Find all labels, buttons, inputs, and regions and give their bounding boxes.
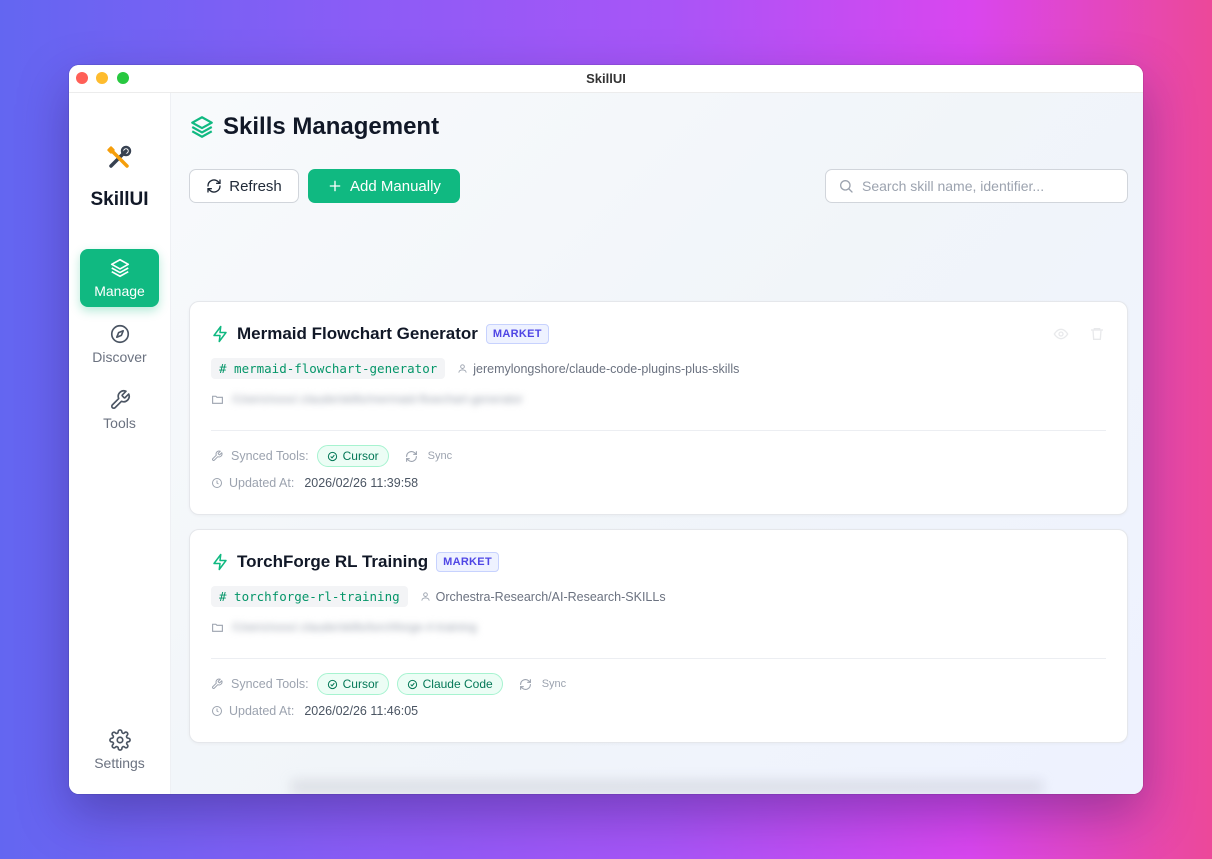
skill-name: TorchForge RL Training — [237, 552, 429, 571]
sync-label: Sync — [427, 450, 453, 462]
sync-button[interactable]: Sync — [405, 450, 452, 463]
sidebar-item-label: Discover — [92, 349, 147, 365]
sidebar-item-tools[interactable]: Tools — [80, 381, 159, 439]
tool-chip-label: Cursor — [342, 449, 379, 463]
market-badge: MARKET — [436, 552, 499, 572]
updated-at-label: Updated At: — [229, 476, 295, 490]
skill-path-text: /Users/xxxx/.claude/skills/mermaid-flowc… — [232, 392, 523, 406]
sidebar-item-manage[interactable]: Manage — [80, 249, 159, 307]
updated-at: Updated At: 2026/02/26 11:46:05 — [211, 704, 418, 718]
skill-card-header: TorchForge RL Training MARKET — [211, 552, 499, 572]
tools-logo-icon — [107, 145, 132, 168]
layers-icon — [110, 258, 129, 278]
divider — [211, 430, 1106, 431]
tool-chip-label: Cursor — [342, 677, 379, 691]
page-title: Skills Management — [223, 113, 440, 140]
sidebar-item-label: Settings — [94, 755, 145, 771]
folder-icon — [212, 395, 223, 404]
clock-icon — [212, 706, 222, 716]
sidebar: SkillUI Manage Discover Tools Settings — [69, 93, 171, 794]
sync-button[interactable]: Sync — [519, 678, 566, 691]
check-circle-icon — [327, 679, 337, 689]
divider — [211, 658, 1106, 659]
lightning-icon — [213, 325, 227, 343]
tool-chip-cursor: Cursor — [316, 445, 389, 467]
updated-at-value: 2026/02/26 11:46:05 — [304, 704, 419, 718]
search-box[interactable] — [825, 169, 1128, 203]
refresh-icon — [519, 678, 531, 690]
skill-author-text: jeremylongshore/claude-code-plugins-plus… — [473, 361, 740, 376]
user-icon — [458, 364, 467, 373]
skill-path: /Users/xxxx/.claude/skills/torchforge-rl… — [211, 620, 477, 634]
skill-identifier: # torchforge-rl-training — [211, 586, 408, 607]
app-name: SkillUI — [90, 189, 149, 210]
delete-icon[interactable] — [1089, 326, 1105, 342]
add-manually-label: Add Manually — [350, 177, 441, 195]
synced-tools: Synced Tools: Cursor Sync — [211, 445, 452, 467]
card-actions — [1053, 326, 1105, 342]
add-manually-button[interactable]: Add Manually — [308, 169, 460, 203]
skill-meta: # torchforge-rl-training Orchestra-Resea… — [211, 586, 666, 607]
sidebar-item-label: Tools — [103, 415, 136, 431]
title-bar: SkillUI — [69, 65, 1143, 93]
folder-icon — [212, 623, 223, 632]
updated-at-value: 2026/02/26 11:39:58 — [304, 476, 419, 490]
skill-path: /Users/xxxx/.claude/skills/mermaid-flowc… — [211, 392, 523, 406]
bottom-shadow — [291, 780, 1043, 794]
updated-at-label: Updated At: — [229, 704, 295, 718]
updated-at: Updated At: 2026/02/26 11:39:58 — [211, 476, 418, 490]
clock-icon — [212, 478, 222, 488]
refresh-icon — [405, 450, 417, 462]
wrench-icon — [212, 450, 223, 461]
sidebar-item-settings[interactable]: Settings — [80, 721, 159, 779]
skill-path-text: /Users/xxxx/.claude/skills/torchforge-rl… — [232, 620, 477, 634]
skill-author: Orchestra-Research/AI-Research-SKILLs — [420, 590, 666, 604]
window-title: SkillUI — [586, 71, 626, 86]
compass-icon — [110, 324, 129, 344]
view-icon[interactable] — [1053, 326, 1069, 342]
synced-tools-label: Synced Tools: — [231, 677, 309, 691]
plus-icon — [329, 180, 341, 192]
gear-icon — [108, 729, 131, 751]
synced-tools-label: Synced Tools: — [231, 449, 309, 463]
lightning-icon — [213, 553, 227, 571]
page-header: Skills Management — [189, 113, 439, 141]
wrench-icon — [212, 678, 223, 689]
sidebar-item-label: Manage — [94, 283, 145, 299]
layers-icon — [191, 116, 213, 138]
tool-chip-cursor: Cursor — [316, 673, 389, 695]
search-icon — [840, 180, 853, 193]
check-circle-icon — [407, 679, 417, 689]
skill-card[interactable]: Mermaid Flowchart Generator MARKET # mer… — [189, 301, 1128, 515]
app-window: SkillUI SkillUI Manage Discover Tools Se… — [69, 65, 1143, 794]
synced-tools: Synced Tools: Cursor Claude Code Sync — [211, 673, 566, 695]
skill-author-text: Orchestra-Research/AI-Research-SKILLs — [435, 589, 666, 604]
skill-name: Mermaid Flowchart Generator — [237, 324, 478, 343]
skill-author: jeremylongshore/claude-code-plugins-plus… — [457, 362, 739, 376]
refresh-icon — [207, 179, 221, 193]
check-circle-icon — [327, 451, 337, 461]
wrench-icon — [110, 390, 130, 409]
market-badge: MARKET — [485, 324, 549, 344]
tool-chip-label: Claude Code — [422, 677, 493, 691]
sync-label: Sync — [541, 678, 567, 690]
tool-chip-claude-code: Claude Code — [396, 673, 503, 695]
skill-identifier: # mermaid-flowchart-generator — [211, 358, 446, 379]
user-icon — [421, 592, 430, 601]
refresh-label: Refresh — [229, 177, 282, 195]
sidebar-item-discover[interactable]: Discover — [80, 315, 159, 373]
search-input[interactable] — [862, 178, 1112, 194]
skill-card[interactable]: TorchForge RL Training MARKET # torchfor… — [189, 529, 1128, 743]
main-content: Skills Management Refresh Add Manually S… — [171, 93, 1143, 794]
skill-meta: # mermaid-flowchart-generator jeremylong… — [211, 358, 739, 379]
skill-card-header: Mermaid Flowchart Generator MARKET — [211, 324, 549, 344]
refresh-button[interactable]: Refresh — [189, 169, 299, 203]
